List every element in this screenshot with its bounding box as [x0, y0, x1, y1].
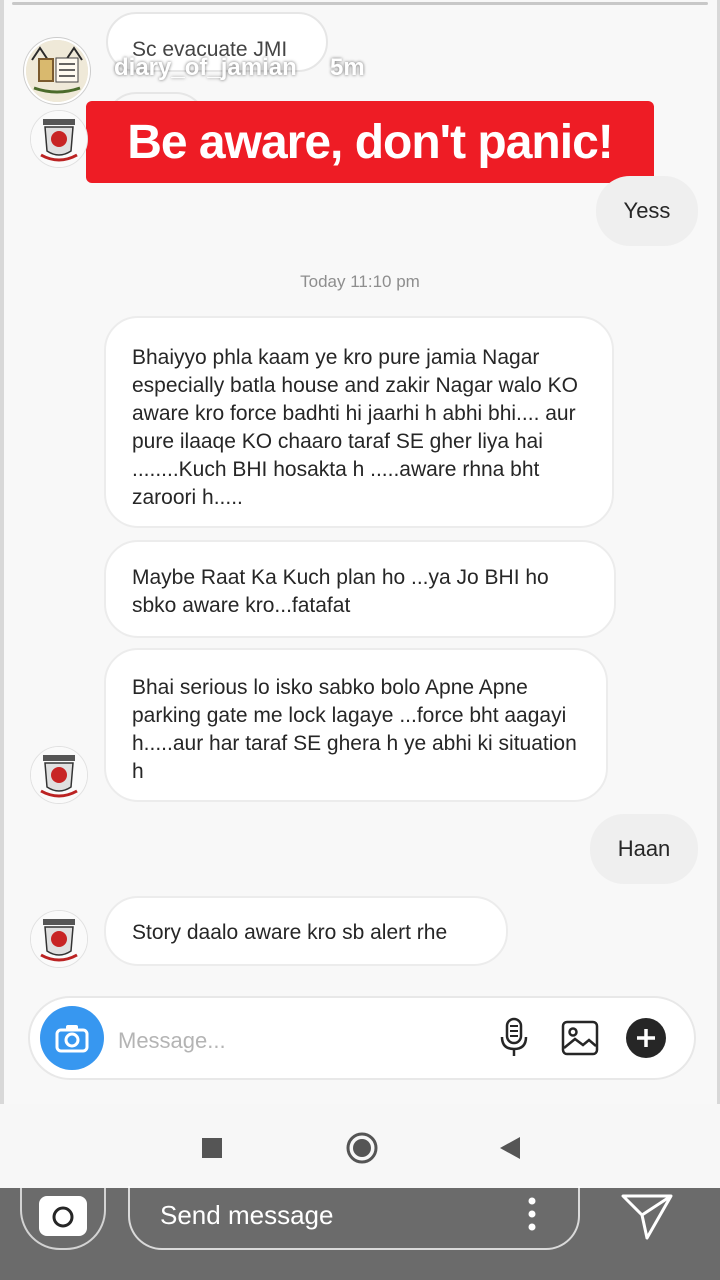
image-icon — [561, 1020, 599, 1056]
message-bubble-outgoing[interactable]: Haan — [590, 814, 698, 884]
message-bubble-outgoing[interactable]: Yess — [596, 176, 698, 246]
camera-icon — [52, 1206, 74, 1228]
message-composer — [28, 996, 696, 1080]
message-text: Maybe Raat Ka Kuch plan ho ...ya Jo BHI … — [132, 566, 549, 617]
sender-avatar[interactable] — [30, 110, 88, 168]
send-message-placeholder: Send message — [160, 1200, 334, 1230]
story-avatar[interactable] — [24, 38, 90, 104]
jamia-logo-icon — [31, 911, 87, 967]
plus-icon — [626, 1018, 666, 1058]
story-progress-bar — [12, 2, 708, 5]
left-edge — [0, 0, 4, 1190]
microphone-icon — [500, 1017, 528, 1056]
story-reply-bar: Send message — [0, 1186, 720, 1280]
home-icon — [346, 1132, 378, 1164]
microphone-button[interactable] — [492, 1016, 536, 1060]
diary-logo-icon — [26, 40, 88, 102]
composer-camera-button[interactable] — [40, 1006, 104, 1070]
message-text: Bhai serious lo isko sabko bolo Apne Apn… — [132, 676, 577, 783]
message-text: Yess — [623, 198, 671, 223]
story-username[interactable]: diary_of_jamian — [114, 54, 297, 82]
message-bubble-incoming[interactable]: Maybe Raat Ka Kuch plan ho ...ya Jo BHI … — [104, 540, 616, 638]
message-bubble-incoming[interactable]: Bhai serious lo isko sabko bolo Apne Apn… — [104, 648, 608, 802]
camera-icon — [55, 1025, 89, 1053]
message-text: Story daalo aware kro sb alert rhe — [132, 921, 448, 944]
gallery-button[interactable] — [558, 1016, 602, 1060]
message-bubble-incoming[interactable]: Bhaiyyo phla kaam ye kro pure jamia Naga… — [104, 316, 614, 528]
sender-avatar[interactable] — [30, 746, 88, 804]
story-camera-button[interactable] — [20, 1188, 106, 1250]
sender-avatar[interactable] — [30, 910, 88, 968]
back-icon — [500, 1137, 520, 1159]
home-button[interactable] — [342, 1128, 382, 1168]
jamia-logo-icon — [31, 747, 87, 803]
back-button[interactable] — [490, 1128, 530, 1168]
message-bubble-incoming[interactable]: Story daalo aware kro sb alert rhe — [104, 896, 508, 966]
chat-timestamp: Today 11:10 pm — [300, 272, 420, 291]
send-direct-icon[interactable] — [620, 1192, 674, 1242]
story-screen: Sc evacuate JMI diary_of_jamian 5m Be aw… — [0, 0, 720, 1280]
story-time: 5m — [330, 54, 365, 81]
message-text: Bhaiyyo phla kaam ye kro pure jamia Naga… — [132, 346, 578, 509]
recent-apps-button[interactable] — [192, 1128, 232, 1168]
message-text: Haan — [617, 836, 671, 861]
more-options-icon[interactable] — [528, 1196, 536, 1232]
story-headline: Be aware, don't panic! — [86, 101, 654, 183]
jamia-logo-icon — [31, 111, 87, 167]
message-input[interactable] — [116, 1022, 460, 1060]
more-actions-button[interactable] — [624, 1016, 668, 1060]
send-message-field[interactable]: Send message — [128, 1186, 580, 1250]
recent-apps-icon — [202, 1138, 222, 1158]
android-navigation-bar — [0, 1104, 720, 1188]
